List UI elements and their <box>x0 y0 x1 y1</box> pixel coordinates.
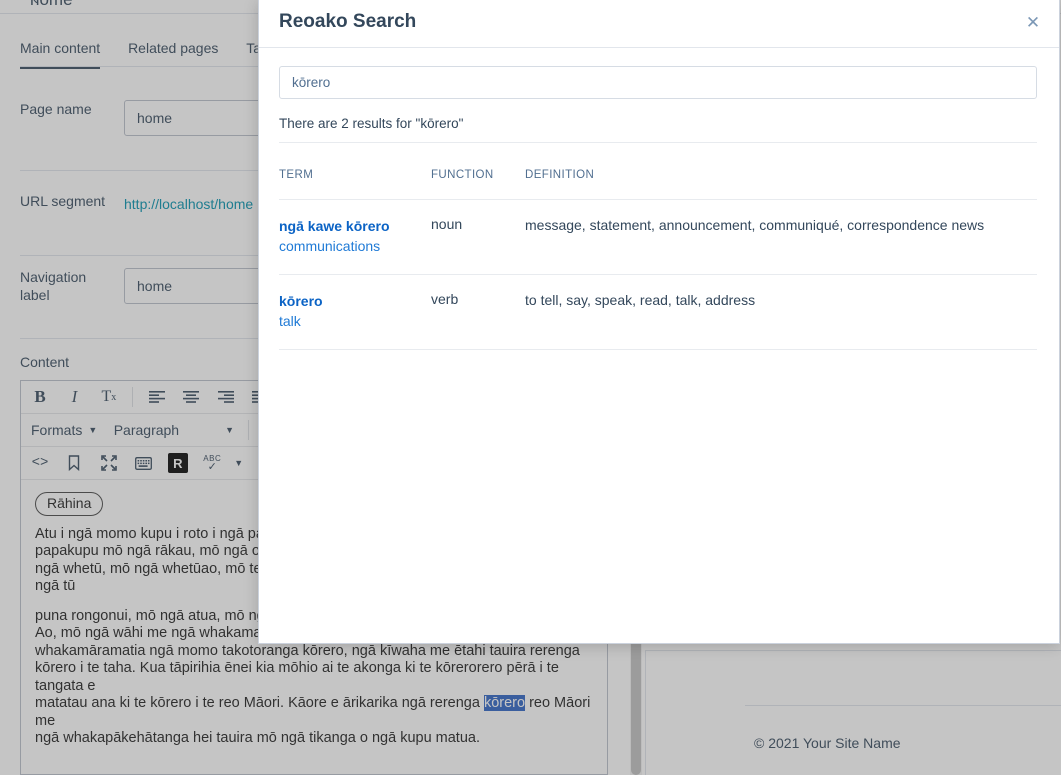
result-definition-1: message, statement, announcement, commun… <box>525 199 1037 275</box>
results-summary-divider <box>279 142 1037 143</box>
results-table-header-row: TERM FUNCTION DEFINITION <box>279 169 1037 200</box>
results-table: TERM FUNCTION DEFINITION ngā kawe kōrero… <box>279 169 1037 350</box>
result-term-cell-2: kōrero talk <box>279 274 431 350</box>
modal-header: Reoako Search ✕ <box>259 0 1059 48</box>
result-function-2: verb <box>431 274 525 350</box>
column-header-function: FUNCTION <box>431 169 494 181</box>
result-term-2[interactable]: kōrero <box>279 291 431 311</box>
result-term-translation-2: talk <box>279 313 301 329</box>
result-definition-2: to tell, say, speak, read, talk, address <box>525 274 1037 350</box>
result-term-1[interactable]: ngā kawe kōrero <box>279 216 431 236</box>
table-row[interactable]: ngā kawe kōrero communications noun mess… <box>279 199 1037 275</box>
modal-body: There are 2 results for "kōrero" TERM FU… <box>259 48 1059 350</box>
column-header-term: TERM <box>279 169 314 181</box>
search-input[interactable] <box>279 66 1037 99</box>
modal-title: Reoako Search <box>279 11 417 32</box>
results-summary: There are 2 results for "kōrero" <box>279 116 464 131</box>
result-term-cell-1: ngā kawe kōrero communications <box>279 199 431 275</box>
result-function-1: noun <box>431 199 525 275</box>
result-term-translation-1: communications <box>279 238 381 254</box>
column-header-definition: DEFINITION <box>525 169 595 181</box>
table-row[interactable]: kōrero talk verb to tell, say, speak, re… <box>279 274 1037 350</box>
reoako-search-modal: Reoako Search ✕ There are 2 results for … <box>258 0 1060 644</box>
close-icon[interactable]: ✕ <box>1021 11 1045 35</box>
